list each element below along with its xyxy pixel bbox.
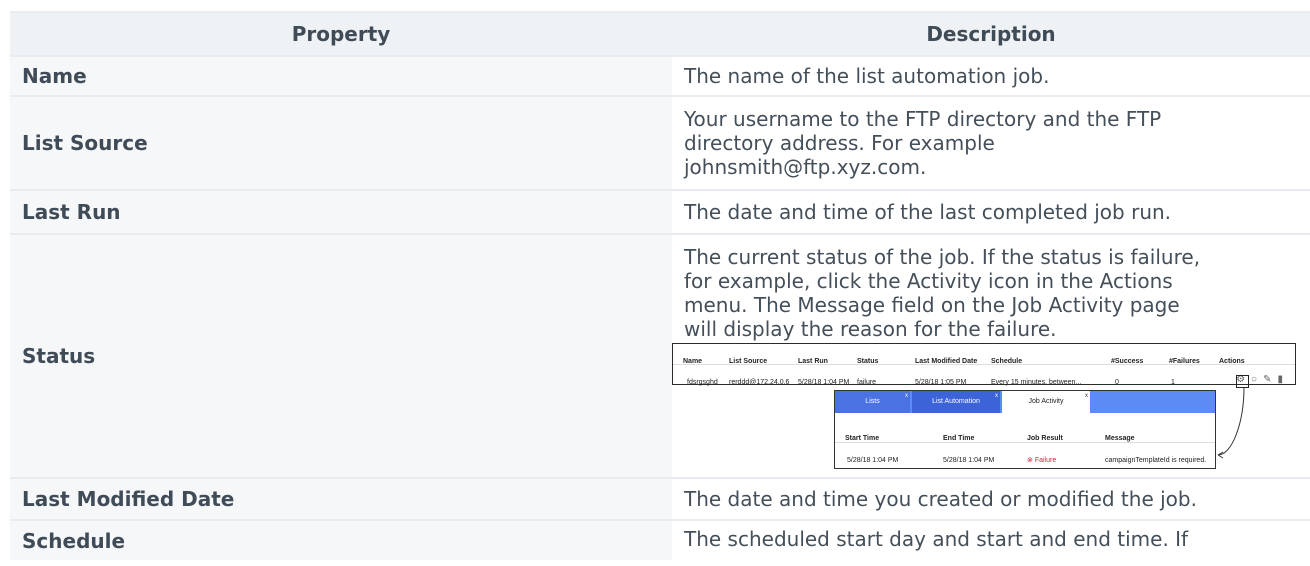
description-last-run: The date and time of the last completed … [672, 189, 1310, 234]
description-status: The current status of the job. If the st… [672, 233, 1310, 478]
description-line: The scheduled start day and start and en… [684, 527, 1189, 551]
description-line: menu. The Message field on the Job Activ… [684, 293, 1180, 317]
table-header-row: Property Description [10, 11, 1310, 56]
description-line: Your username to the FTP directory and t… [684, 107, 1162, 131]
description-list-source: Your username to the FTP directory and t… [672, 95, 1310, 190]
property-list-source: List Source [10, 95, 672, 190]
property-name: Name [10, 55, 672, 96]
table-row: Last Run The date and time of the last c… [10, 189, 1310, 234]
description-line: johnsmith@ftp.xyz.com. [684, 155, 927, 179]
header-description: Description [672, 11, 1310, 56]
description-last-modified-date: The date and time you created or modifie… [672, 477, 1310, 520]
property-last-run: Last Run [10, 189, 672, 234]
job-activity-screenshot: Name List Source Last Run Status Last Mo… [672, 343, 1296, 471]
description-line: The date and time of the last completed … [684, 200, 1172, 224]
description-line: will display the reason for the failure. [684, 317, 1057, 341]
property-schedule: Schedule [10, 519, 672, 560]
property-status: Status [10, 233, 672, 478]
header-property: Property [10, 11, 672, 56]
description-line: The current status of the job. If the st… [684, 245, 1201, 269]
table-row: List Source Your username to the FTP dir… [10, 95, 1310, 190]
table-row: Schedule The scheduled start day and sta… [10, 519, 1310, 560]
table-row: Name The name of the list automation job… [10, 55, 1310, 96]
table-row: Status The current status of the job. If… [10, 233, 1310, 478]
callout-arrow [1217, 386, 1245, 459]
properties-table: Property Description Name The name of th… [10, 11, 1310, 560]
description-line: directory address. For example [684, 131, 995, 155]
description-line: for example, click the Activity icon in … [684, 269, 1173, 293]
property-last-modified-date: Last Modified Date [10, 477, 672, 520]
description-line: The name of the list automation job. [684, 64, 1050, 88]
description-name: The name of the list automation job. [672, 55, 1310, 96]
table-row: Last Modified Date The date and time you… [10, 477, 1310, 520]
description-schedule: The scheduled start day and start and en… [672, 519, 1310, 560]
description-line: The date and time you created or modifie… [684, 487, 1197, 511]
